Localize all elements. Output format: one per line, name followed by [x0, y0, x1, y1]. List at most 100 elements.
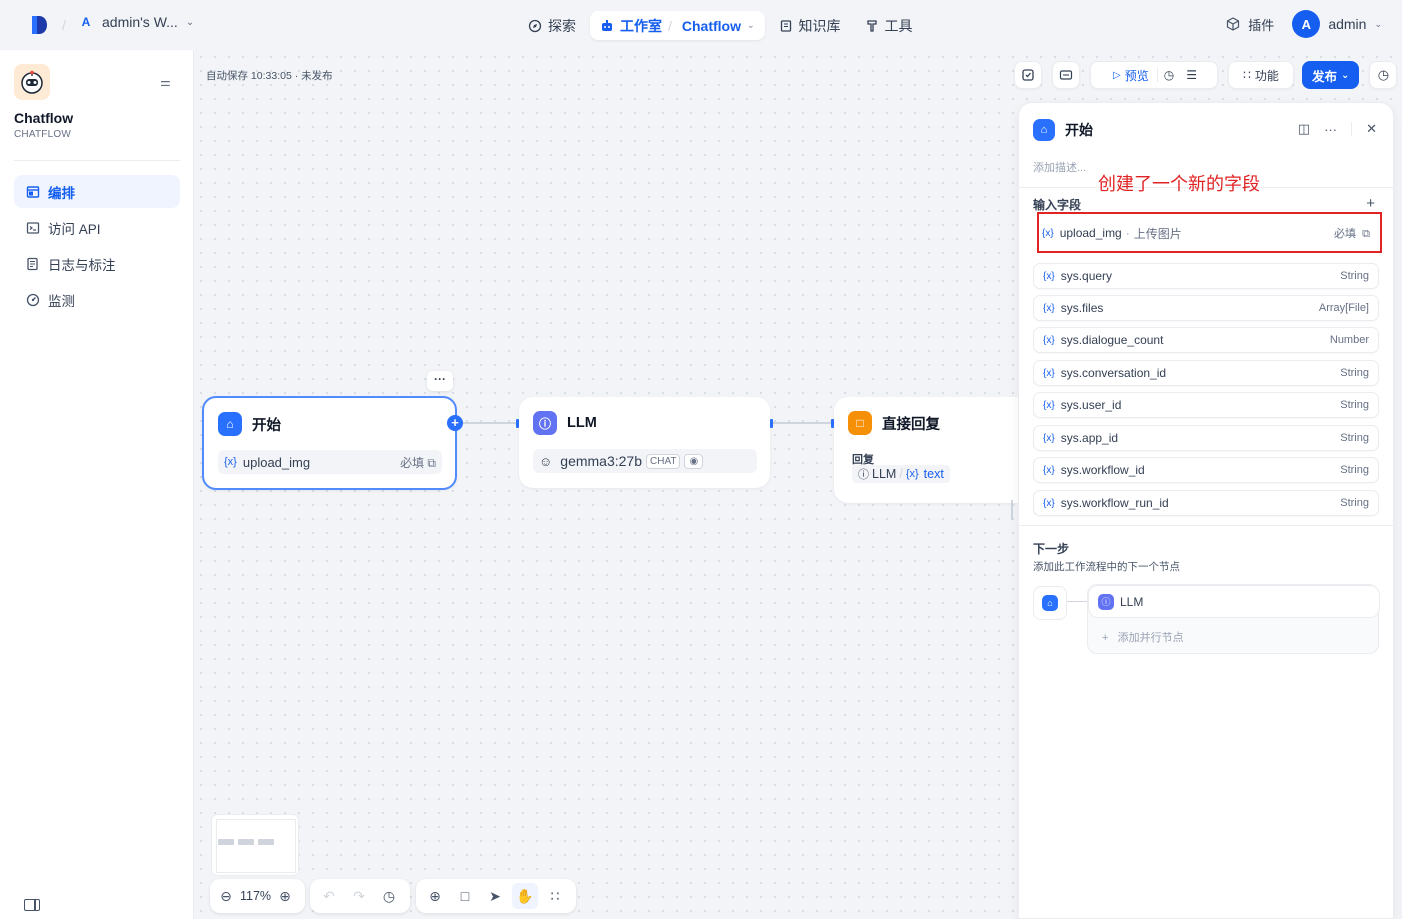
workspace-switcher[interactable]: A admin's W... ⌄ [78, 14, 195, 30]
nav-explore[interactable]: 探索 [518, 11, 586, 40]
ref-node-name: LLM [872, 467, 897, 481]
field-name: sys.app_id [1060, 431, 1119, 445]
zoom-level[interactable]: 117% [240, 889, 271, 903]
sys-field-row[interactable]: {x} sys.dialogue_count Number [1033, 327, 1379, 353]
sidebar-item-api[interactable]: 访问 API [14, 211, 180, 244]
more-icon[interactable]: ··· [1324, 122, 1337, 137]
field-type: String [1340, 367, 1369, 379]
divider [1351, 122, 1353, 136]
preview-button[interactable]: ▷ 预览 [1105, 67, 1157, 84]
plugins-label: 插件 [1248, 17, 1275, 33]
history-control: ↶ ↷ ◷ [310, 879, 410, 913]
features-button[interactable]: ∷ 功能 [1228, 61, 1294, 89]
node-header: ⓘ LLM [533, 411, 597, 435]
node-header: □ 直接回复 [848, 411, 940, 435]
sidebar-collapse-icon[interactable] [24, 899, 40, 911]
field-name: sys.query [1060, 269, 1113, 283]
ollama-icon: ☺ [539, 453, 553, 469]
variable-icon: {x} [1043, 432, 1055, 444]
sys-field-row[interactable]: {x} sys.conversation_id String [1033, 360, 1379, 386]
node-title: 开始 [252, 417, 281, 434]
app-icon [14, 64, 50, 100]
add-field-icon[interactable]: + [1366, 195, 1375, 212]
panel-title[interactable]: 开始 [1065, 120, 1093, 140]
book-open-icon[interactable]: ◫ [1298, 121, 1310, 137]
grid-icon: ∷ [1243, 68, 1251, 82]
minimap-viewport [216, 819, 296, 873]
user-menu[interactable]: A admin ⌄ [1292, 10, 1382, 38]
input-fields-title: 输入字段 [1033, 198, 1082, 212]
variables-icon[interactable]: ☰ [1180, 68, 1203, 82]
hand-icon[interactable]: ✋ [512, 883, 538, 909]
llm-small-icon: ⓘ [858, 469, 869, 481]
field-type: String [1340, 399, 1369, 411]
home-icon: ⌂ [1033, 119, 1055, 141]
publish-button[interactable]: 发布 ⌄ [1302, 61, 1360, 89]
add-parallel-node-button[interactable]: + 添加并行节点 [1102, 629, 1184, 645]
edge-start-llm [463, 422, 516, 424]
nav-knowledge[interactable]: 知识库 [769, 11, 851, 40]
minimap-node [218, 839, 234, 845]
history-icon: ◷ [1377, 67, 1390, 82]
zoom-in-icon[interactable]: ⊕ [275, 883, 295, 909]
add-note-icon[interactable]: □ [452, 883, 478, 909]
play-icon: ▷ [1113, 69, 1121, 81]
run-history-icon[interactable]: ◷ [1156, 68, 1180, 82]
history-icon[interactable]: ◷ [376, 883, 402, 909]
panel-header-actions: ◫ ··· ✕ [1298, 121, 1377, 137]
llm-icon: ⓘ [1098, 593, 1114, 610]
organize-icon[interactable]: ∷ [542, 883, 568, 909]
add-node-icon[interactable]: ⊕ [422, 883, 448, 909]
sys-field-row[interactable]: {x} sys.files Array[File] [1033, 295, 1379, 321]
nav-explore-label: 探索 [548, 17, 576, 34]
sys-field-row[interactable]: {x} sys.app_id String [1033, 425, 1379, 451]
node-more-button[interactable]: ··· [427, 371, 453, 391]
add-next-node-handle[interactable]: + [447, 415, 463, 431]
close-icon[interactable]: ✕ [1366, 121, 1377, 137]
sys-field-row[interactable]: {x} sys.user_id String [1033, 392, 1379, 418]
sidebar-item-orchestrate[interactable]: 编排 [14, 175, 180, 208]
next-step-desc: 添加此工作流程中的下一个节点 [1033, 561, 1180, 573]
description-input[interactable]: 添加描述... [1033, 159, 1086, 175]
sidebar-divider [14, 160, 180, 161]
start-node[interactable]: ⌂ 开始 {x} upload_img 必填 ⧉ [202, 396, 457, 490]
workspace-name: admin's W... [102, 14, 178, 30]
annotation-text: 创建了一个新的字段 [1098, 174, 1260, 194]
sys-field-row[interactable]: {x} sys.query String [1033, 263, 1379, 289]
breadcrumb-separator: / [62, 17, 66, 33]
app-type: CHATFLOW [14, 129, 71, 140]
reply-variable-ref: ⓘ LLM / {x} text [852, 465, 950, 483]
env-button[interactable] [1052, 61, 1080, 89]
panel-resize-handle[interactable] [1011, 500, 1013, 520]
nav-knowledge-label: 知识库 [798, 17, 841, 34]
minimap-node [258, 839, 274, 845]
sidebar-item-logs[interactable]: 日志与标注 [14, 247, 180, 280]
sys-field-row[interactable]: {x} sys.workflow_id String [1033, 457, 1379, 483]
answer-node[interactable]: □ 直接回复 回复 ⓘ LLM / {x} text [834, 397, 1018, 503]
pointer-icon[interactable]: ➤ [482, 883, 508, 909]
sidebar-item-label: 日志与标注 [48, 257, 116, 273]
nav-tools[interactable]: 工具 [855, 11, 923, 40]
publish-label: 发布 [1312, 69, 1338, 84]
version-history-button[interactable]: ◷ [1369, 61, 1398, 89]
undo-icon[interactable]: ↶ [316, 883, 342, 909]
sidebar-item-monitor[interactable]: 监测 [14, 283, 180, 316]
zoom-out-icon[interactable]: ⊖ [216, 883, 236, 909]
nav-studio[interactable]: 工作室 / Chatflow ⌄ [590, 11, 765, 40]
next-step-llm-node[interactable]: ⓘ LLM [1088, 585, 1380, 618]
minimap[interactable] [211, 814, 299, 876]
llm-node[interactable]: ⓘ LLM ☺ gemma3:27b CHAT ◉ [519, 397, 770, 488]
field-type: Array[File] [1318, 302, 1369, 314]
plugins-button[interactable]: 插件 [1226, 15, 1274, 34]
next-step-title: 下一步 [1033, 542, 1070, 556]
sidebar-item-label: 编排 [48, 185, 75, 201]
checklist-button[interactable] [1014, 61, 1042, 89]
dify-logo-icon[interactable] [30, 15, 48, 35]
home-icon: ⌂ [218, 412, 242, 436]
redo-icon[interactable]: ↷ [346, 883, 372, 909]
sidebar-settings-icon[interactable]: ⚌ [160, 75, 171, 89]
sys-field-row[interactable]: {x} sys.workflow_run_id String [1033, 490, 1379, 516]
variable-icon: {x} [1043, 270, 1055, 282]
node-title: LLM [567, 415, 597, 431]
nav-app-switcher[interactable]: Chatflow [682, 18, 741, 34]
